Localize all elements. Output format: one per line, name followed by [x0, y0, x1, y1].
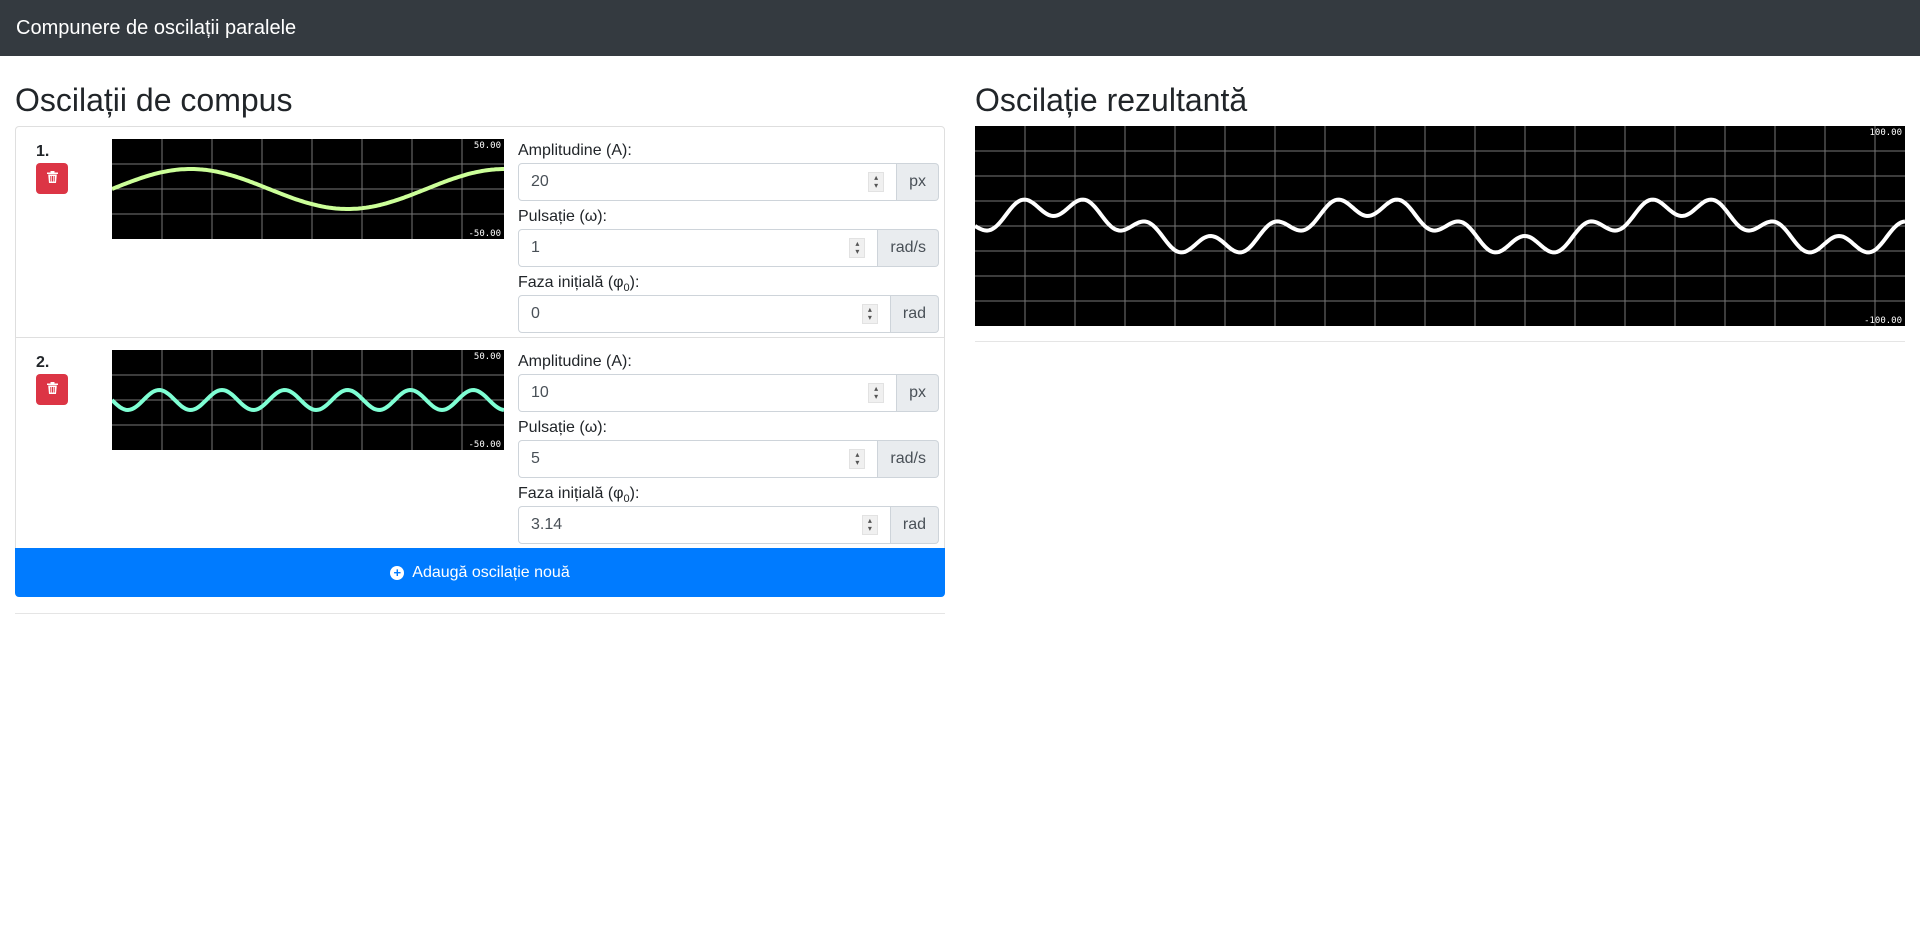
top-navbar: Compunere de oscilații paralele	[0, 0, 1920, 56]
oscillation-list: 1. 50.00 -50.00 Amplitudine (A): 20 ▴ ▾ …	[15, 126, 945, 597]
pulsation-unit: rad/s	[878, 440, 939, 478]
oscillation-preview-2: 50.00 -50.00	[112, 350, 504, 450]
plus-circle-icon: +	[390, 565, 405, 580]
spinner-icon[interactable]: ▴ ▾	[861, 304, 878, 324]
app-title: Compunere de oscilații paralele	[16, 16, 297, 39]
phase-unit: rad	[890, 295, 939, 333]
components-heading: Oscilații de compus	[15, 82, 293, 118]
preview-grid	[112, 350, 504, 450]
spinner-icon[interactable]: ▴ ▾	[868, 172, 885, 192]
scale-min-label: -100.00	[1864, 316, 1902, 326]
delete-oscillation-button[interactable]	[36, 374, 68, 405]
spinner-icon[interactable]: ▴ ▾	[849, 449, 866, 469]
result-preview: 100.00 -100.00	[975, 126, 1905, 326]
spinner-icon[interactable]: ▴ ▾	[849, 238, 866, 258]
amplitude-value: 10	[531, 384, 549, 401]
oscillation-number: 1.	[36, 143, 50, 160]
pulsation-input[interactable]: 5 ▴ ▾	[518, 440, 879, 478]
scale-max-label: 50.00	[474, 352, 501, 362]
spinner-icon[interactable]: ▴ ▾	[868, 383, 885, 403]
divider	[15, 613, 945, 614]
pulsation-label: Pulsație (ω):	[518, 208, 607, 225]
result-heading: Oscilație rezultantă	[975, 82, 1248, 118]
pulsation-group: 5 ▴ ▾ rad/s	[518, 440, 939, 478]
trash-icon	[46, 382, 58, 397]
add-oscillation-button[interactable]: + Adaugă oscilație nouă	[15, 548, 945, 597]
pulsation-value: 1	[531, 239, 540, 256]
oscillation-item: 1. 50.00 -50.00 Amplitudine (A): 20 ▴ ▾ …	[15, 126, 945, 337]
scale-min-label: -50.00	[468, 440, 501, 450]
amplitude-unit: px	[897, 163, 939, 201]
oscillation-params: Amplitudine (A): 10 ▴ ▾ px Pulsație (ω): …	[518, 346, 939, 544]
phase-input[interactable]: 0 ▴ ▾	[518, 295, 891, 333]
pulsation-unit: rad/s	[878, 229, 939, 267]
phase-input[interactable]: 3.14 ▴ ▾	[518, 506, 891, 544]
scale-max-label: 50.00	[474, 141, 501, 151]
amplitude-group: 20 ▴ ▾ px	[518, 163, 939, 201]
add-oscillation-label: Adaugă oscilație nouă	[412, 563, 570, 581]
delete-oscillation-button[interactable]	[36, 163, 68, 194]
oscillation-number: 2.	[36, 354, 50, 371]
result-grid	[975, 126, 1905, 326]
phase-group: 3.14 ▴ ▾ rad	[518, 506, 939, 544]
amplitude-input[interactable]: 20 ▴ ▾	[518, 163, 898, 201]
pulsation-value: 5	[531, 450, 540, 467]
amplitude-input[interactable]: 10 ▴ ▾	[518, 374, 898, 412]
pulsation-input[interactable]: 1 ▴ ▾	[518, 229, 879, 267]
phase-value: 0	[531, 305, 540, 322]
oscillation-preview-1: 50.00 -50.00	[112, 139, 504, 239]
pulsation-label: Pulsație (ω):	[518, 419, 607, 436]
phase-label: Faza inițială (φ0):	[518, 274, 640, 295]
oscillation-item: 2. 50.00 -50.00 Amplitudine (A): 10 ▴ ▾ …	[15, 337, 945, 548]
amplitude-label: Amplitudine (A):	[518, 142, 632, 159]
amplitude-label: Amplitudine (A):	[518, 353, 632, 370]
phase-unit: rad	[890, 506, 939, 544]
amplitude-unit: px	[897, 374, 939, 412]
preview-grid	[112, 139, 504, 239]
oscillation-params: Amplitudine (A): 20 ▴ ▾ px Pulsație (ω): …	[518, 135, 939, 333]
amplitude-value: 20	[531, 173, 549, 190]
amplitude-group: 10 ▴ ▾ px	[518, 374, 939, 412]
pulsation-group: 1 ▴ ▾ rad/s	[518, 229, 939, 267]
spinner-icon[interactable]: ▴ ▾	[861, 515, 878, 535]
phase-value: 3.14	[531, 516, 563, 533]
divider	[975, 341, 1905, 342]
phase-label: Faza inițială (φ0):	[518, 485, 640, 506]
scale-min-label: -50.00	[468, 229, 501, 239]
trash-icon	[46, 171, 58, 186]
phase-group: 0 ▴ ▾ rad	[518, 295, 939, 333]
scale-max-label: 100.00	[1869, 128, 1902, 138]
